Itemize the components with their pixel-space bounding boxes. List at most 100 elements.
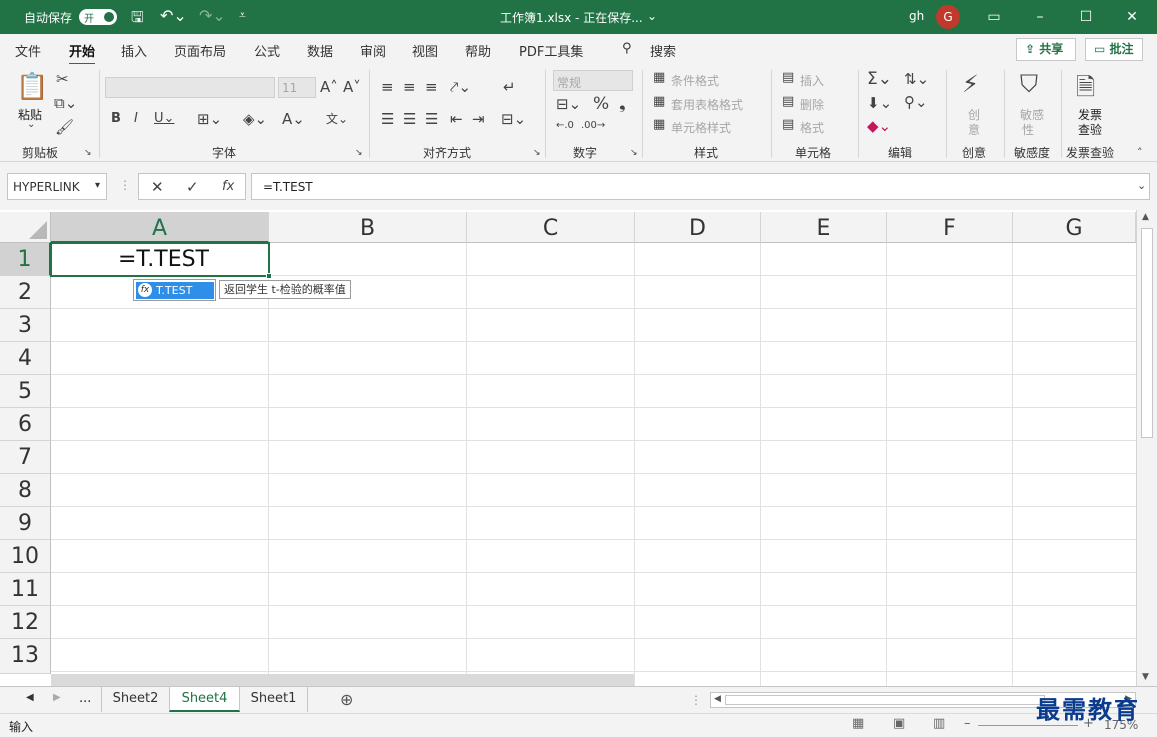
column-header[interactable]: D (635, 212, 761, 243)
table-format-icon[interactable]: ▦ (653, 94, 665, 109)
decrease-font-icon[interactable]: A˅ (343, 78, 361, 96)
column-header[interactable]: C (467, 212, 635, 243)
table-format-button[interactable]: 套用表格格式 (671, 96, 743, 113)
alignment-launcher-icon[interactable]: ↘ (533, 148, 541, 158)
conditional-format-icon[interactable]: ▦ (653, 70, 665, 85)
align-bottom-icon[interactable]: ≡ (425, 78, 438, 96)
insert-function-icon[interactable]: fx (222, 179, 234, 194)
page-layout-view-icon[interactable]: ▣ (893, 716, 905, 731)
column-header[interactable]: A (51, 212, 269, 243)
accounting-format-icon[interactable]: ⊟⌄ (556, 95, 581, 113)
tab-split-grip-icon[interactable]: ⋮ (690, 693, 702, 707)
comma-style-icon[interactable]: ❟ (619, 94, 626, 114)
find-select-icon[interactable]: ⚲⌄ (904, 93, 928, 111)
number-launcher-icon[interactable]: ↘ (630, 148, 638, 158)
font-launcher-icon[interactable]: ↘ (355, 148, 363, 158)
row-header[interactable]: 3 (0, 309, 51, 342)
bold-icon[interactable]: B (111, 111, 121, 126)
row-header[interactable]: 4 (0, 342, 51, 375)
tab-insert[interactable]: 插入 (121, 41, 147, 60)
format-cells-button[interactable]: 格式 (800, 119, 824, 136)
column-header[interactable]: B (269, 212, 467, 243)
sheet-tab-sheet4[interactable]: Sheet4 (169, 687, 240, 712)
tab-help[interactable]: 帮助 (465, 41, 491, 60)
paste-icon[interactable]: 📋 (16, 72, 48, 102)
invoice-check-icon[interactable]: 🗎 (1076, 70, 1095, 111)
fill-handle[interactable] (266, 273, 272, 279)
tab-home[interactable]: 开始 (69, 41, 96, 66)
align-center-icon[interactable]: ☰ (403, 110, 416, 128)
worksheet-grid[interactable]: A B C D E F G 1 2 3 4 5 6 7 8 9 10 11 12… (0, 210, 1157, 686)
font-name-dropdown[interactable] (105, 77, 275, 98)
delete-cells-icon[interactable]: ▤ (782, 94, 794, 109)
conditional-format-button[interactable]: 条件格式 (671, 72, 719, 89)
scroll-up-icon[interactable]: ▲ (1142, 212, 1149, 222)
title-dropdown-icon[interactable]: ⌄ (647, 9, 657, 23)
name-box-dropdown-icon[interactable]: ▾ (95, 180, 100, 191)
increase-font-icon[interactable]: A˄ (320, 78, 338, 96)
column-header[interactable]: F (887, 212, 1013, 243)
percent-icon[interactable]: % (593, 94, 609, 114)
insert-cells-button[interactable]: 插入 (800, 72, 824, 89)
row-header[interactable]: 5 (0, 375, 51, 408)
search-label[interactable]: 搜索 (650, 41, 676, 60)
row-header[interactable]: 10 (0, 540, 51, 573)
scroll-down-icon[interactable]: ▼ (1142, 672, 1149, 682)
borders-icon[interactable]: ⊞⌄ (197, 110, 222, 128)
number-format-dropdown[interactable]: 常规 (553, 70, 633, 91)
tab-formulas[interactable]: 公式 (254, 41, 280, 60)
maximize-icon[interactable]: ☐ (1063, 0, 1109, 34)
decrease-indent-icon[interactable]: ⇤ (450, 110, 463, 128)
increase-indent-icon[interactable]: ⇥ (472, 110, 485, 128)
ribbon-display-icon[interactable]: ▭ (971, 0, 1017, 34)
tab-file[interactable]: 文件 (15, 41, 41, 60)
sheet-tab-sheet2[interactable]: Sheet2 (101, 687, 169, 712)
creative-icon[interactable]: ⚡ (962, 70, 979, 98)
sort-filter-icon[interactable]: ⇅⌄ (904, 70, 929, 88)
invoice-button-line2[interactable]: 查验 (1078, 121, 1102, 138)
format-cells-icon[interactable]: ▤ (782, 117, 794, 132)
row-header[interactable]: 11 (0, 573, 51, 606)
normal-view-icon[interactable]: ▦ (852, 716, 864, 731)
scroll-left-icon[interactable]: ◀ (714, 694, 721, 704)
font-size-dropdown[interactable]: 11 (278, 77, 316, 98)
increase-decimal-icon[interactable]: ←.0 (556, 120, 574, 131)
tab-data[interactable]: 数据 (307, 41, 333, 60)
align-top-icon[interactable]: ≡ (381, 78, 394, 96)
more-sheets-button[interactable]: ... (79, 691, 91, 706)
expand-formula-icon[interactable]: ⌄ (1137, 179, 1146, 192)
select-all-button[interactable] (0, 212, 51, 243)
wrap-text-icon[interactable]: ↵ (503, 78, 516, 96)
share-button[interactable]: ⇪ 共享 (1016, 38, 1076, 61)
collapse-ribbon-icon[interactable]: ˄ (1137, 146, 1143, 159)
cancel-icon[interactable]: ✕ (151, 178, 164, 196)
align-left-icon[interactable]: ☰ (381, 110, 394, 128)
creative-button-line2[interactable]: 意 (968, 121, 980, 138)
paste-dropdown-icon[interactable]: ⌄ (27, 119, 35, 130)
zoom-slider[interactable] (978, 725, 1078, 726)
orientation-icon[interactable]: ⤤⌄ (450, 78, 471, 96)
tab-view[interactable]: 视图 (412, 41, 438, 60)
search-icon[interactable]: ⚲ (622, 41, 632, 56)
avatar[interactable]: G (936, 5, 960, 29)
align-right-icon[interactable]: ☰ (425, 110, 438, 128)
column-header[interactable]: E (761, 212, 887, 243)
decrease-decimal-icon[interactable]: .00→ (581, 120, 605, 131)
undo-icon[interactable]: ↶⌄ (160, 6, 187, 25)
row-header[interactable]: 8 (0, 474, 51, 507)
italic-icon[interactable]: I (134, 111, 138, 126)
fill-icon[interactable]: ⬇⌄ (867, 94, 892, 112)
horizontal-scroll-thumb[interactable] (51, 674, 634, 686)
customize-qat-icon[interactable]: ⩡ (239, 8, 246, 23)
tab-page-layout[interactable]: 页面布局 (174, 41, 226, 60)
autosave-toggle[interactable]: 开 (79, 9, 117, 25)
minimize-icon[interactable]: – (1017, 0, 1063, 34)
vertical-scrollbar[interactable]: ▲ ▼ (1136, 210, 1157, 686)
tab-pdf-tools[interactable]: PDF工具集 (519, 41, 583, 60)
name-box[interactable]: HYPERLINK ▾ (7, 173, 107, 200)
window-title[interactable]: 工作簿1.xlsx - 正在保存... (500, 9, 643, 26)
column-header[interactable]: G (1013, 212, 1136, 243)
add-sheet-icon[interactable]: ⊕ (340, 690, 353, 709)
insert-cells-icon[interactable]: ▤ (782, 70, 794, 85)
row-header[interactable]: 13 (0, 639, 51, 674)
